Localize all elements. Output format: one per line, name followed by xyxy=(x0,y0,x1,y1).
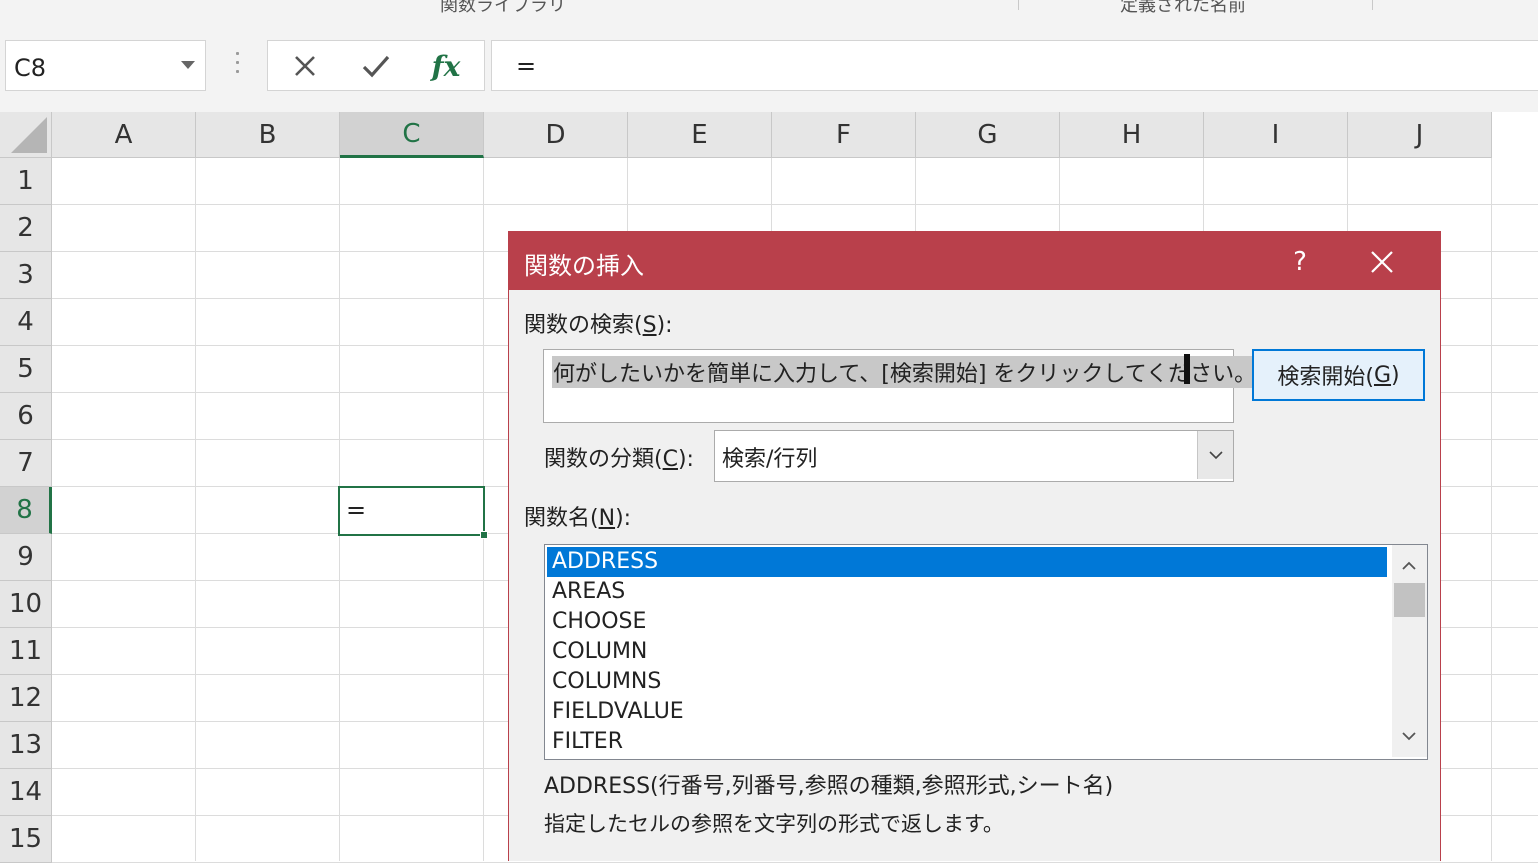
select-all-button[interactable] xyxy=(0,112,52,158)
category-value: 検索/行列 xyxy=(722,447,818,472)
chevron-down-icon xyxy=(1402,732,1416,741)
ribbon-group-function-library[interactable]: 関数ライブラリ xyxy=(440,0,566,17)
category-label: 関数の分類(C): xyxy=(544,447,694,472)
gridline-vertical xyxy=(195,158,196,861)
cancel-button[interactable] xyxy=(285,50,325,82)
ribbon-group-defined-names[interactable]: 定義された名前 xyxy=(1120,0,1246,17)
column-header-h[interactable]: H xyxy=(1060,112,1204,158)
formula-bar-buttons: fx xyxy=(267,40,485,91)
row-header-9[interactable]: 9 xyxy=(0,534,52,581)
ribbon-separator xyxy=(1018,0,1019,10)
function-name-label: 関数名(N): xyxy=(524,506,632,531)
name-box-value: C8 xyxy=(14,54,47,82)
function-list[interactable]: ADDRESS AREAS CHOOSE COLUMN COLUMNS FIELDVALU… xyxy=(544,544,1428,760)
column-header-d[interactable]: D xyxy=(484,112,628,158)
row-header-8[interactable]: 8 xyxy=(0,487,52,534)
column-header-i[interactable]: I xyxy=(1204,112,1348,158)
column-header-e[interactable]: E xyxy=(628,112,772,158)
row-header-4[interactable]: 4 xyxy=(0,299,52,346)
category-dropdown-button[interactable] xyxy=(1197,431,1233,479)
search-label: 関数の検索(S): xyxy=(524,313,673,338)
function-list-item[interactable]: AREAS xyxy=(547,577,1387,607)
dialog-title: 関数の挿入 xyxy=(524,252,644,280)
category-select[interactable]: 検索/行列 xyxy=(714,430,1234,482)
help-button[interactable]: ? xyxy=(1277,240,1323,284)
formula-input[interactable]: = xyxy=(491,40,1538,91)
function-list-scrollbar[interactable] xyxy=(1392,545,1427,757)
enter-button[interactable] xyxy=(356,50,396,82)
dialog-title-bar[interactable]: 関数の挿入 ? xyxy=(509,232,1440,290)
row-header-1[interactable]: 1 xyxy=(0,158,52,205)
ribbon-separator xyxy=(1372,0,1373,10)
row-header-10[interactable]: 10 xyxy=(0,581,52,628)
row-header-3[interactable]: 3 xyxy=(0,252,52,299)
row-header-12[interactable]: 12 xyxy=(0,675,52,722)
row-header-2[interactable]: 2 xyxy=(0,205,52,252)
fill-handle[interactable] xyxy=(480,531,488,539)
gridline-vertical xyxy=(1491,158,1492,861)
scroll-thumb[interactable] xyxy=(1394,583,1425,617)
chevron-down-icon xyxy=(1208,451,1223,460)
column-header-j[interactable]: J xyxy=(1348,112,1492,158)
column-header-b[interactable]: B xyxy=(196,112,340,158)
close-icon xyxy=(295,56,315,76)
help-icon: ? xyxy=(1293,247,1307,277)
search-start-button[interactable]: 検索開始(G) xyxy=(1252,349,1425,401)
function-search-text: 何がしたいかを簡単に入力して、[検索開始] をクリックしてください。 xyxy=(552,356,1258,388)
function-list-item[interactable]: FIELDVALUE xyxy=(547,697,1387,727)
column-header-g[interactable]: G xyxy=(916,112,1060,158)
formula-value: = xyxy=(516,52,537,80)
scroll-down-button[interactable] xyxy=(1400,727,1418,745)
function-list-item[interactable]: COLUMN xyxy=(547,637,1387,667)
gridline-horizontal xyxy=(52,204,1538,205)
formula-bar-resize-handle[interactable] xyxy=(230,52,244,78)
function-search-input[interactable]: 何がしたいかを簡単に入力して、[検索開始] をクリックしてください。 xyxy=(543,349,1258,423)
function-description: 指定したセルの参照を文字列の形式で返します。 xyxy=(544,812,1004,836)
row-header-11[interactable]: 11 xyxy=(0,628,52,675)
function-list-item[interactable]: ADDRESS xyxy=(547,547,1387,577)
row-header-6[interactable]: 6 xyxy=(0,393,52,440)
column-header-c[interactable]: C xyxy=(340,112,484,158)
check-icon xyxy=(362,55,390,78)
ribbon-remnant: 関数ライブラリ 定義された名前 xyxy=(0,0,1538,18)
insert-function-dialog: 関数の挿入 ? 関数の検索(S): 何がしたいかを簡単に入力して、[検索開始] … xyxy=(508,231,1441,861)
insert-function-button[interactable]: fx xyxy=(426,49,466,83)
column-header-a[interactable]: A xyxy=(52,112,196,158)
scroll-up-button[interactable] xyxy=(1400,557,1418,575)
row-header-5[interactable]: 5 xyxy=(0,346,52,393)
close-icon xyxy=(1371,251,1393,273)
function-syntax: ADDRESS(行番号,列番号,参照の種類,参照形式,シート名) xyxy=(544,774,1114,799)
column-header-f[interactable]: F xyxy=(772,112,916,158)
name-box[interactable]: C8 xyxy=(5,40,206,91)
active-cell-c8[interactable]: = xyxy=(338,486,488,539)
row-header-14[interactable]: 14 xyxy=(0,769,52,816)
chevron-down-icon[interactable] xyxy=(181,61,195,69)
function-list-item[interactable]: FILTER xyxy=(547,727,1387,757)
row-header-15[interactable]: 15 xyxy=(0,816,52,863)
function-list-item[interactable]: COLUMNS xyxy=(547,667,1387,697)
row-header-13[interactable]: 13 xyxy=(0,722,52,769)
close-button[interactable] xyxy=(1359,240,1405,284)
row-header-7[interactable]: 7 xyxy=(0,440,52,487)
chevron-up-icon xyxy=(1402,561,1416,570)
function-list-item[interactable]: CHOOSE xyxy=(547,607,1387,637)
text-caret xyxy=(1184,354,1190,384)
fx-icon: fx xyxy=(431,49,461,83)
active-cell-value: = xyxy=(346,496,367,524)
